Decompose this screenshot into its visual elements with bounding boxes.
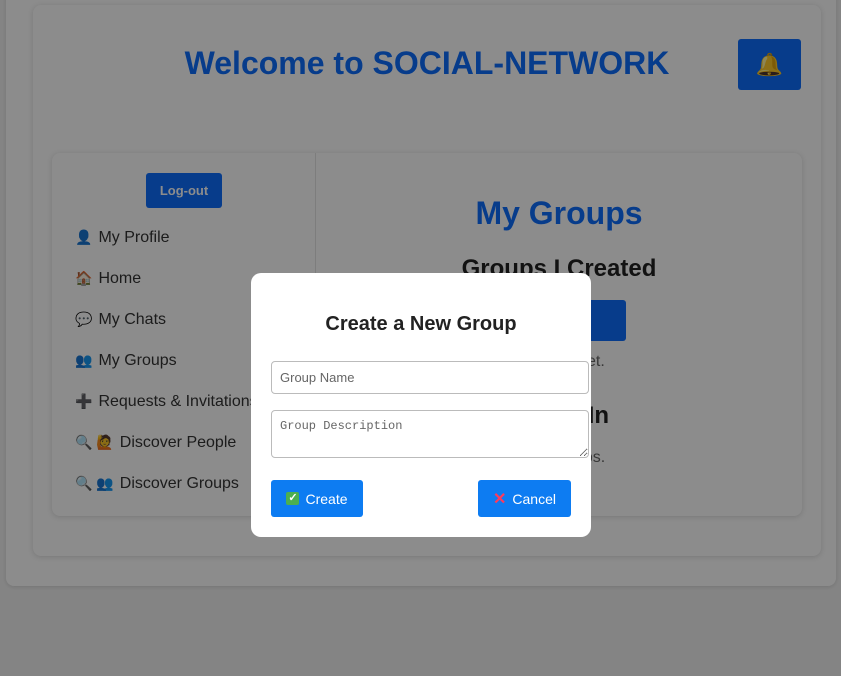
create-group-modal: Create a New Group ✓ Create ✕ Cancel	[251, 273, 591, 537]
create-button[interactable]: ✓ Create	[271, 480, 363, 517]
cancel-button-label: Cancel	[512, 490, 556, 507]
check-icon: ✓	[286, 492, 300, 505]
create-button-label: Create	[305, 490, 348, 507]
modal-title: Create a New Group	[325, 313, 517, 335]
group-description-input[interactable]	[271, 410, 589, 458]
cancel-button[interactable]: ✕ Cancel	[478, 480, 571, 517]
close-icon: ✕	[493, 490, 507, 508]
group-name-input[interactable]	[271, 361, 589, 394]
